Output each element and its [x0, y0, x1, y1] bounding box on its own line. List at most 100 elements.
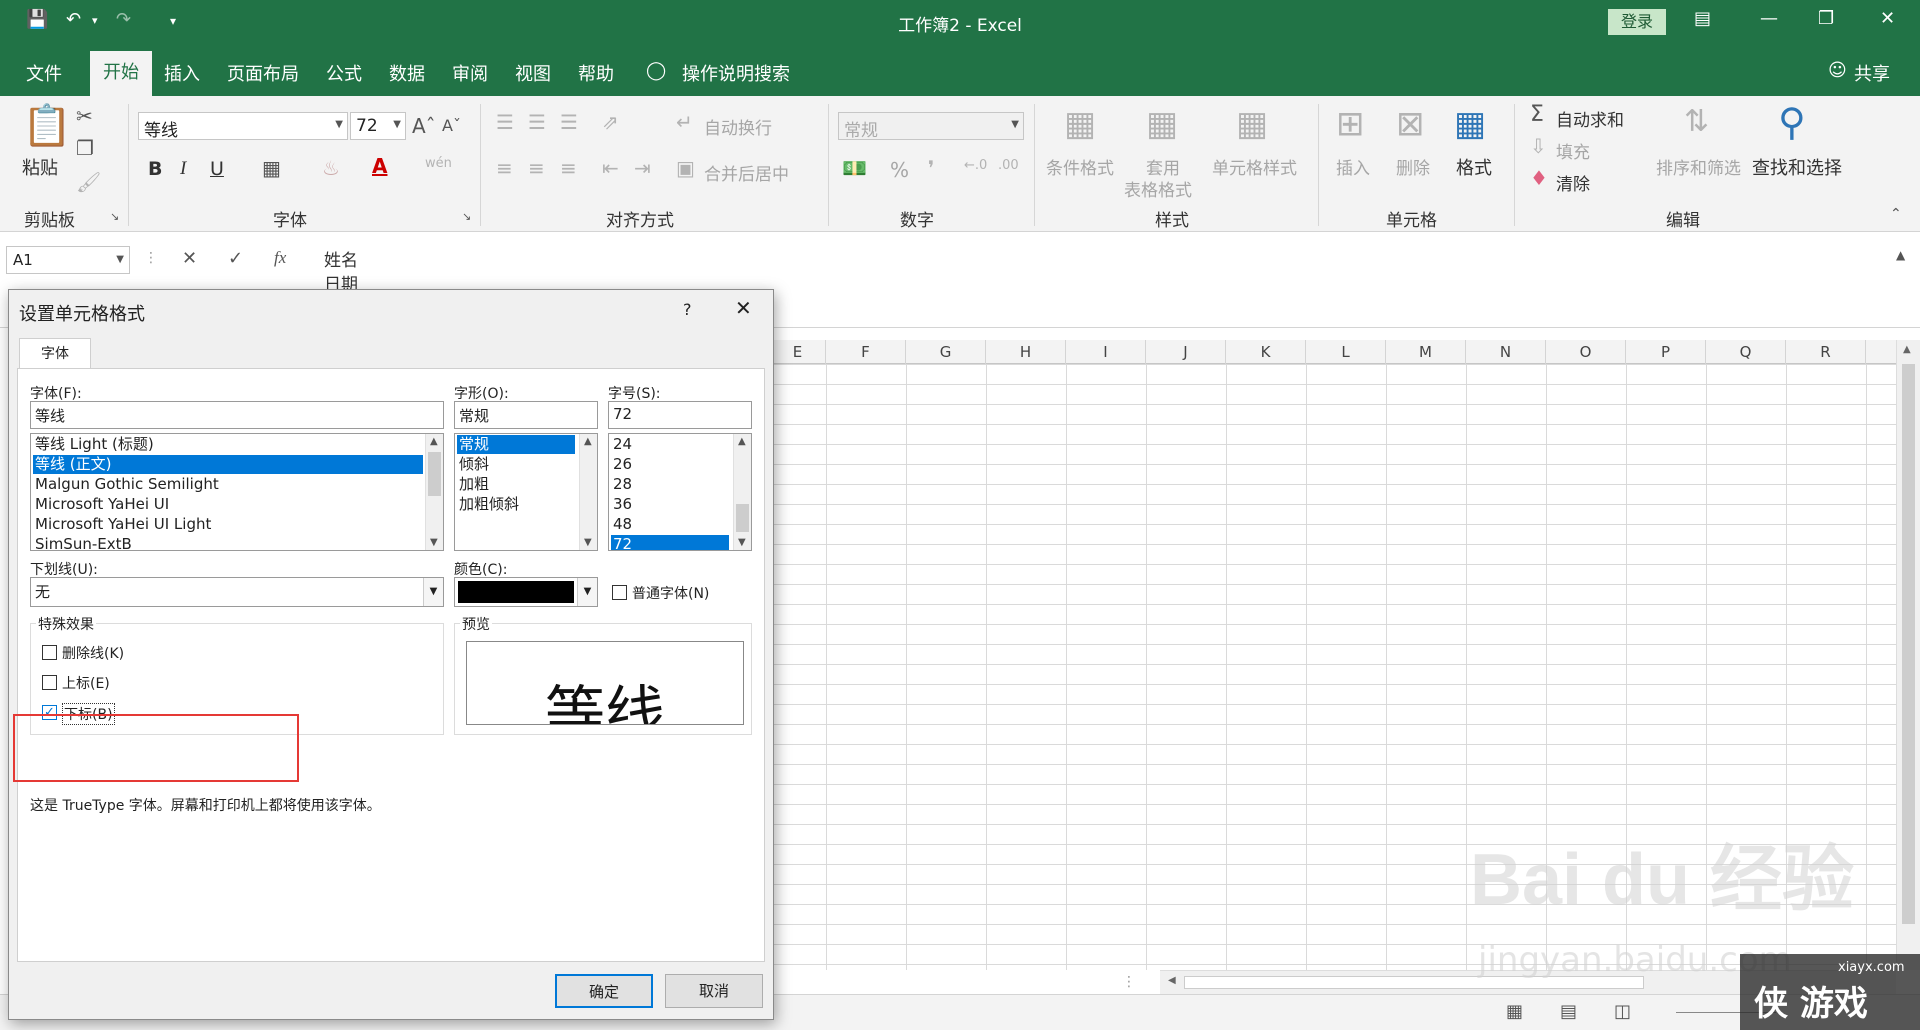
column-header[interactable]: E: [770, 340, 826, 364]
tell-me-search[interactable]: 操作说明搜索: [682, 60, 790, 86]
decrease-indent-icon[interactable]: ⇤: [602, 156, 619, 180]
bold-button[interactable]: B: [148, 158, 162, 180]
tab-view[interactable]: 视图: [515, 60, 551, 86]
tab-insert[interactable]: 插入: [164, 60, 200, 86]
collapse-formula-icon[interactable]: ▲: [1896, 248, 1905, 262]
column-header[interactable]: M: [1386, 340, 1466, 364]
sort-filter-button[interactable]: 排序和筛选: [1656, 154, 1741, 179]
merge-center-icon[interactable]: ▣: [676, 156, 695, 180]
align-bottom-icon[interactable]: ☰: [560, 110, 578, 134]
table-format-icon[interactable]: ▦: [1146, 104, 1178, 144]
size-list-scrollbar[interactable]: ▲ ▼: [733, 434, 751, 550]
font-name-box[interactable]: 等线 ▼: [138, 112, 348, 141]
column-header[interactable]: K: [1226, 340, 1306, 364]
column-header[interactable]: P: [1626, 340, 1706, 364]
strikethrough-checkbox[interactable]: [42, 645, 57, 660]
sort-filter-icon[interactable]: ⇅: [1684, 104, 1709, 139]
insert-cells-button[interactable]: 插入: [1336, 154, 1370, 179]
underline-select[interactable]: 无 ▼: [30, 577, 444, 607]
cut-icon[interactable]: ✂: [76, 104, 93, 128]
fill-button[interactable]: 填充: [1556, 138, 1590, 163]
increase-indent-icon[interactable]: ⇥: [634, 156, 651, 180]
tab-page-layout[interactable]: 页面布局: [227, 60, 299, 86]
wrap-text-icon[interactable]: ↵: [676, 110, 693, 134]
scroll-left-icon[interactable]: ◀: [1168, 975, 1176, 986]
scroll-down-icon[interactable]: ▼: [584, 537, 592, 548]
clear-button[interactable]: 清除: [1556, 170, 1590, 195]
scroll-thumb[interactable]: [428, 452, 441, 496]
column-header[interactable]: H: [986, 340, 1066, 364]
format-painter-icon[interactable]: 🖌: [76, 170, 101, 194]
list-item[interactable]: 加粗倾斜: [457, 495, 575, 514]
list-item[interactable]: Microsoft YaHei UI Light: [33, 515, 423, 534]
cancel-entry-icon[interactable]: ✕: [182, 248, 197, 269]
column-header[interactable]: Q: [1706, 340, 1786, 364]
name-box[interactable]: A1 ▼: [6, 246, 130, 274]
column-header[interactable]: R: [1786, 340, 1866, 364]
list-item-selected[interactable]: 72: [611, 535, 729, 550]
clear-icon[interactable]: ♦: [1530, 166, 1548, 190]
percent-button[interactable]: %: [890, 158, 909, 182]
scroll-up-icon[interactable]: ▲: [584, 436, 592, 447]
font-style-field[interactable]: 常规: [454, 401, 598, 429]
find-select-icon[interactable]: ⚲: [1778, 100, 1806, 144]
column-header[interactable]: N: [1466, 340, 1546, 364]
tab-home[interactable]: 开始: [90, 51, 152, 96]
wrap-text-button[interactable]: 自动换行: [704, 114, 772, 139]
column-header[interactable]: L: [1306, 340, 1386, 364]
list-item[interactable]: Microsoft YaHei UI: [33, 495, 423, 514]
phonetic-icon[interactable]: wén: [425, 156, 452, 171]
font-color-icon[interactable]: A: [372, 154, 387, 178]
column-header[interactable]: J: [1146, 340, 1226, 364]
font-size-listbox[interactable]: 24 26 28 36 48 72 ▲ ▼: [608, 433, 752, 551]
font-size-field[interactable]: 72: [608, 401, 752, 429]
minimize-icon[interactable]: —: [1760, 8, 1778, 29]
font-size-box[interactable]: 72 ▼: [350, 112, 406, 140]
scroll-thumb[interactable]: [736, 504, 749, 532]
column-header[interactable]: O: [1546, 340, 1626, 364]
tab-help[interactable]: 帮助: [578, 60, 614, 86]
clipboard-launcher-icon[interactable]: ↘: [110, 210, 119, 223]
paste-button[interactable]: 粘贴: [22, 154, 58, 180]
increase-font-icon[interactable]: Aˆ: [412, 114, 436, 138]
copy-icon[interactable]: ❐: [76, 136, 94, 160]
formula-content-line1[interactable]: 姓名: [324, 246, 358, 271]
orientation-icon[interactable]: ⇗: [602, 110, 619, 134]
list-item[interactable]: 26: [611, 455, 729, 474]
align-center-icon[interactable]: ≡: [528, 156, 545, 180]
list-item[interactable]: 48: [611, 515, 729, 534]
table-format-button-2[interactable]: 表格格式: [1124, 176, 1192, 201]
align-right-icon[interactable]: ≡: [560, 156, 577, 180]
cell-styles-button[interactable]: 单元格样式: [1212, 154, 1297, 179]
scroll-down-icon[interactable]: ▼: [738, 537, 746, 548]
align-middle-icon[interactable]: ☰: [528, 110, 546, 134]
scroll-up-icon[interactable]: ▲: [738, 436, 746, 447]
font-name-field[interactable]: 等线: [30, 401, 444, 429]
cancel-button[interactable]: 取消: [665, 974, 763, 1008]
ok-button[interactable]: 确定: [555, 974, 653, 1008]
paste-icon[interactable]: 📋: [22, 102, 72, 149]
underline-button[interactable]: U: [210, 158, 224, 180]
list-item[interactable]: 倾斜: [457, 455, 575, 474]
delete-cells-icon[interactable]: ⊠: [1396, 104, 1425, 144]
tab-formulas[interactable]: 公式: [326, 60, 362, 86]
list-item[interactable]: 24: [611, 435, 729, 454]
close-icon[interactable]: ✕: [1880, 8, 1895, 29]
column-header[interactable]: I: [1066, 340, 1146, 364]
borders-icon[interactable]: ▦: [262, 156, 281, 180]
insert-function-icon[interactable]: fx: [274, 248, 286, 268]
decrease-font-icon[interactable]: Aˇ: [442, 116, 461, 135]
superscript-checkbox[interactable]: [42, 675, 57, 690]
collapse-ribbon-icon[interactable]: ⌃: [1890, 206, 1902, 222]
vertical-scrollbar[interactable]: ▲: [1896, 340, 1920, 970]
tab-file[interactable]: 文件: [26, 60, 62, 86]
dialog-close-icon[interactable]: ✕: [735, 296, 752, 320]
conditional-format-icon[interactable]: ▦: [1064, 104, 1096, 144]
column-header[interactable]: F: [826, 340, 906, 364]
list-item-selected[interactable]: 常规: [457, 435, 575, 454]
find-select-button[interactable]: 查找和选择: [1752, 154, 1842, 180]
format-cells-icon[interactable]: ▦: [1454, 104, 1486, 144]
align-top-icon[interactable]: ☰: [496, 110, 514, 134]
restore-icon[interactable]: ❐: [1818, 8, 1834, 29]
style-list-scrollbar[interactable]: ▲ ▼: [579, 434, 597, 550]
